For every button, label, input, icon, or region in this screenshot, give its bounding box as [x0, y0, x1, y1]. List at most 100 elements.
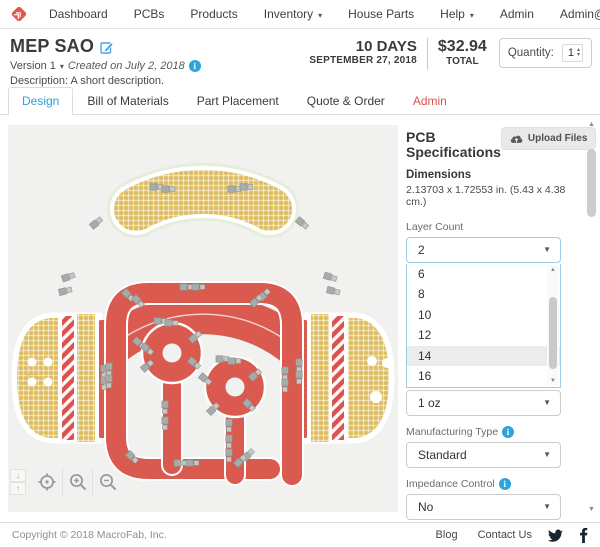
nav-house-parts[interactable]: House Parts — [335, 7, 427, 21]
caret-down-icon: ▼ — [543, 450, 551, 459]
canvas-scroll-arrows: ↓ ↑ — [10, 469, 26, 495]
nav-pcbs[interactable]: PCBs — [121, 7, 178, 21]
copper-weight-select[interactable]: 1 oz ▼ — [406, 390, 561, 416]
caret-down-icon: ▼ — [543, 245, 551, 254]
specs-title: PCB Specifications — [406, 127, 501, 161]
manufacturing-type-select[interactable]: Standard ▼ — [406, 442, 561, 468]
scroll-up-icon[interactable]: ▲ — [550, 265, 556, 275]
zoom-in-button[interactable] — [62, 468, 92, 496]
layer-count-value: 2 — [418, 243, 425, 257]
caret-down-icon — [468, 7, 474, 21]
impedance-control-select[interactable]: No ▼ — [406, 494, 561, 520]
tab-design[interactable]: Design — [8, 87, 73, 115]
description-text: Description: A short description. — [10, 75, 309, 87]
layer-count-select[interactable]: 2 ▼ — [406, 237, 561, 263]
center-view-button[interactable] — [32, 468, 62, 496]
edit-icon[interactable] — [100, 40, 114, 54]
scroll-up-icon[interactable]: ▲ — [585, 121, 598, 128]
version-selector[interactable]: Version 1 — [10, 60, 64, 72]
facebook-icon[interactable] — [579, 528, 588, 543]
tab-quote-order[interactable]: Quote & Order — [293, 87, 399, 114]
info-icon[interactable] — [502, 426, 514, 438]
pcb-viewer-canvas[interactable]: ↓ ↑ — [8, 125, 398, 512]
top-navbar: Dashboard PCBs Products Inventory House … — [0, 0, 600, 29]
layer-option-16[interactable]: 16 — [407, 366, 560, 387]
nav-admin[interactable]: Admin — [487, 7, 547, 21]
zoom-in-icon — [68, 472, 88, 492]
caret-down-icon — [316, 7, 322, 21]
nav-inventory[interactable]: Inventory — [251, 7, 335, 21]
nav-account-menu[interactable]: Admin@macrofab.net — [547, 7, 600, 21]
lead-time-value: 10 DAYS — [309, 38, 417, 55]
quantity-decrement-icon[interactable]: ▾ — [577, 53, 580, 58]
upload-cloud-icon — [510, 134, 523, 144]
ship-date: SEPTEMBER 27, 2018 — [309, 55, 417, 67]
pcb-render — [8, 125, 398, 512]
zoom-out-button[interactable] — [92, 468, 122, 496]
info-icon[interactable] — [499, 478, 511, 490]
zoom-out-icon — [98, 472, 118, 492]
quantity-input[interactable]: 1 ▴ ▾ — [562, 44, 583, 62]
layer-option-8[interactable]: 8 — [407, 284, 560, 305]
nav-inventory-label: Inventory — [264, 7, 313, 21]
scrollbar-thumb[interactable] — [549, 297, 557, 369]
crosshair-icon — [37, 472, 57, 492]
contact-us-link[interactable]: Contact Us — [478, 529, 532, 541]
nav-help[interactable]: Help — [427, 7, 487, 21]
nav-dashboard-label: Dashboard — [49, 7, 108, 21]
tab-bill-of-materials[interactable]: Bill of Materials — [73, 87, 182, 114]
layer-option-12[interactable]: 12 — [407, 325, 560, 346]
tab-part-placement[interactable]: Part Placement — [183, 87, 293, 114]
page-header: MEP SAO Version 1 Created on July 2, 201… — [0, 29, 600, 88]
dimensions-value: 2.13703 x 1.72553 in. (5.43 x 4.38 cm.) — [406, 184, 572, 208]
layer-count-label: Layer Count — [406, 221, 572, 233]
page-title: MEP SAO — [10, 36, 94, 57]
header-left: MEP SAO Version 1 Created on July 2, 201… — [10, 36, 309, 87]
layer-count-dropdown: 6 8 10 12 14 16 ▲ ▼ — [406, 264, 561, 388]
layer-option-6[interactable]: 6 — [407, 264, 560, 285]
layer-option-14[interactable]: 14 — [407, 346, 560, 367]
caret-down-icon: ▼ — [543, 502, 551, 511]
header-right: 10 DAYS SEPTEMBER 27, 2018 $32.94 TOTAL … — [309, 36, 592, 70]
nav-products[interactable]: Products — [177, 7, 250, 21]
scrollbar-thumb[interactable] — [587, 149, 596, 217]
main-content: ↓ ↑ — [0, 115, 600, 522]
info-icon[interactable] — [189, 60, 201, 72]
copper-weight-value: 1 oz — [418, 396, 441, 410]
page-footer: Copyright © 2018 MacroFab, Inc. Blog Con… — [0, 522, 600, 547]
quantity-label: Quantity: — [508, 47, 554, 59]
nav-house-parts-label: House Parts — [348, 7, 414, 21]
copyright-text: Copyright © 2018 MacroFab, Inc. — [12, 529, 416, 541]
nav-pcbs-label: PCBs — [134, 7, 165, 21]
nav-admin-label: Admin — [500, 7, 534, 21]
quantity-value: 1 — [568, 47, 574, 59]
lead-time-block: 10 DAYS SEPTEMBER 27, 2018 — [309, 38, 417, 67]
upload-files-button[interactable]: Upload Files — [501, 127, 596, 150]
total-value: $32.94 — [438, 38, 487, 56]
caret-down-icon: ▼ — [543, 398, 551, 407]
impedance-control-value: No — [418, 500, 433, 514]
scroll-down-icon[interactable]: ↓ — [10, 469, 26, 482]
nav-account-label: Admin@macrofab.net — [560, 7, 600, 21]
scroll-down-icon[interactable]: ▼ — [585, 506, 598, 513]
panel-scrollbar[interactable]: ▲ ▼ — [585, 121, 598, 513]
impedance-control-label: Impedance Control — [406, 478, 495, 490]
divider — [427, 38, 428, 70]
layer-option-10[interactable]: 10 — [407, 305, 560, 326]
scroll-down-icon[interactable]: ▼ — [550, 376, 556, 386]
blog-link[interactable]: Blog — [436, 529, 458, 541]
tab-admin[interactable]: Admin — [399, 87, 461, 114]
nav-dashboard[interactable]: Dashboard — [36, 7, 121, 21]
created-date: Created on July 2, 2018 — [68, 60, 185, 72]
caret-down-icon — [58, 60, 64, 72]
version-label: Version 1 — [10, 60, 56, 72]
upload-files-label: Upload Files — [528, 133, 587, 144]
pcb-specifications-panel: PCB Specifications Upload Files Dimensio… — [406, 127, 572, 522]
canvas-controls: ↓ ↑ — [10, 468, 122, 496]
total-block: $32.94 TOTAL — [438, 38, 487, 68]
scroll-up-icon[interactable]: ↑ — [10, 482, 26, 495]
twitter-icon[interactable] — [548, 529, 563, 542]
macrofab-logo-icon[interactable] — [10, 5, 28, 23]
tab-bar: Design Bill of Materials Part Placement … — [0, 88, 600, 115]
dropdown-scrollbar[interactable]: ▲ ▼ — [547, 265, 559, 386]
